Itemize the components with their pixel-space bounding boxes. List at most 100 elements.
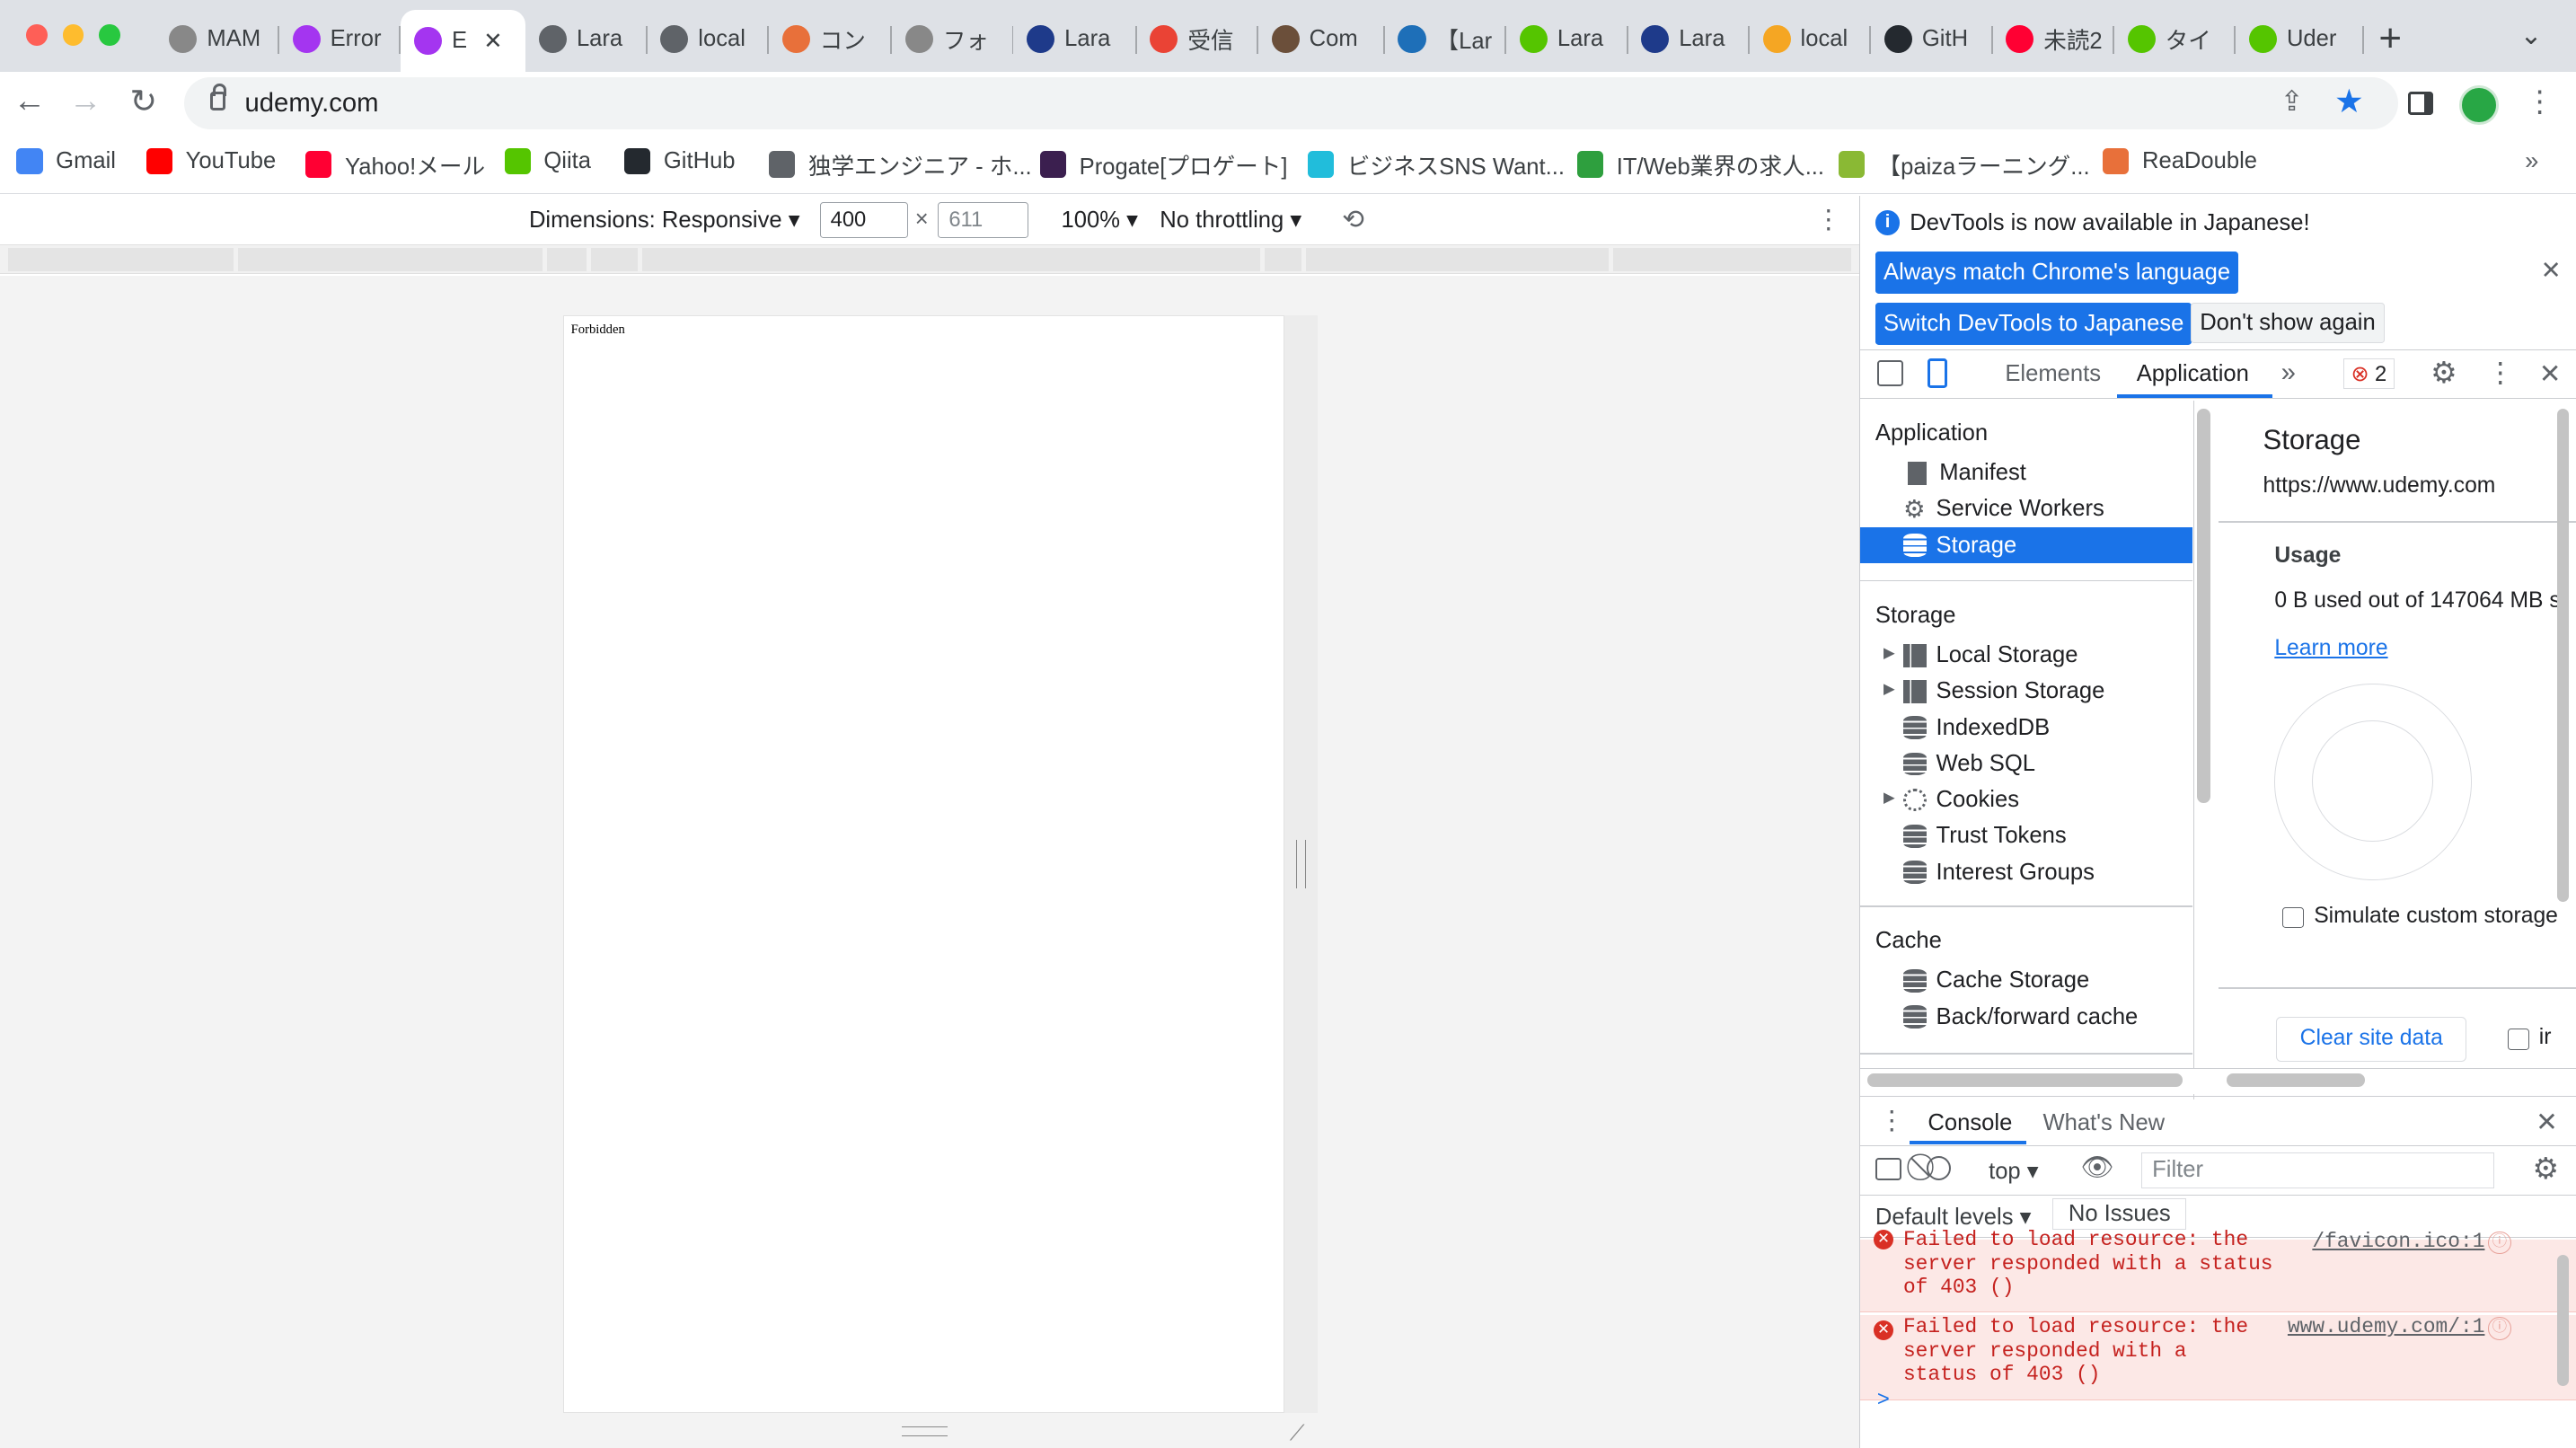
media-query-bar[interactable] (0, 244, 1860, 275)
media-query-segment[interactable] (1306, 248, 1609, 271)
issues-button[interactable]: No Issues (2052, 1198, 2187, 1230)
address-url[interactable]: udemy.com (245, 89, 379, 119)
back-icon[interactable]: ← (13, 82, 47, 119)
bookmark-3[interactable]: Qiita (504, 147, 591, 174)
dimensions-dropdown[interactable]: Dimensions: Responsive ▾ (529, 207, 800, 234)
new-tab-icon[interactable]: + (2378, 16, 2402, 61)
sidebar-item-trust-tokens[interactable]: Trust Tokens (1902, 818, 2193, 854)
tab-15[interactable]: 未読2 (1993, 13, 2114, 66)
tab-8[interactable]: 受信 (1137, 13, 1258, 66)
device-more-icon[interactable]: ⋮ (1815, 204, 1841, 235)
sidebar-item-service-workers[interactable]: ⚙ Service Workers (1903, 491, 2193, 527)
bookmark-2[interactable]: Yahoo!メール (305, 148, 485, 181)
media-query-segment[interactable] (547, 248, 587, 271)
lock-icon[interactable] (210, 83, 227, 110)
sidebar-item-manifest[interactable]: Manifest (1907, 455, 2193, 491)
media-query-segment[interactable] (1265, 248, 1301, 271)
tab-application[interactable]: Application (2137, 361, 2249, 387)
console-error-row[interactable]: ✕ Failed to load resource: the server resp… (1860, 1315, 2576, 1401)
storage-hscroll[interactable] (2227, 1073, 2365, 1087)
resize-handle-bottom[interactable] (902, 1426, 948, 1436)
sidebar-item-storage[interactable]: Storage (1860, 527, 2192, 564)
bookmark-star-icon[interactable]: ★ (2334, 82, 2364, 120)
bookmark-5[interactable]: 独学エンジニア - ホ... (768, 148, 1032, 181)
device-toggle-icon[interactable] (1928, 358, 1948, 388)
drawer-menu-icon[interactable]: ⋮ (1879, 1105, 1905, 1136)
resize-handle-right[interactable] (1296, 839, 1307, 889)
live-expression-icon[interactable]: 👁 (2081, 1152, 2114, 1183)
bookmark-9[interactable]: 【paizaラーニング... (1838, 148, 2090, 181)
levels-dropdown[interactable]: Default levels ▾ (1875, 1204, 2032, 1231)
bookmark-7[interactable]: ビジネスSNS Want... (1307, 148, 1565, 181)
clear-site-data-button[interactable]: Clear site data (2276, 1017, 2467, 1062)
chrome-menu-icon[interactable]: ⋮ (2525, 84, 2554, 119)
learn-more-link[interactable]: Learn more (2274, 636, 2387, 661)
simulate-storage-checkbox[interactable] (2282, 906, 2305, 929)
devtools-more-icon[interactable]: ⋮ (2486, 357, 2514, 389)
console-error-row[interactable]: ✕ Failed to load resource: the server resp… (1860, 1228, 2576, 1312)
console-scrollbar[interactable] (2556, 1254, 2569, 1386)
console-prompt[interactable]: > (1877, 1389, 1890, 1413)
sidebar-item-interest-groups[interactable]: Interest Groups (1902, 854, 2193, 890)
error-counter[interactable]: ⊗ 2 (2343, 358, 2395, 390)
bookmark-4[interactable]: GitHub (624, 147, 736, 174)
sidebar-item-bfcache[interactable]: Back/forward cache (1902, 999, 2193, 1035)
bookmark-0[interactable]: Gmail (16, 147, 116, 174)
storage-scrollbar[interactable] (2556, 409, 2569, 903)
sidebar-hscroll[interactable] (1866, 1073, 2183, 1087)
close-window-icon[interactable] (26, 24, 49, 47)
tab-2[interactable]: E ✕ (401, 9, 526, 73)
minimize-window-icon[interactable] (62, 24, 84, 47)
close-devtools-icon[interactable]: ✕ (2539, 358, 2562, 390)
forward-icon[interactable]: → (69, 82, 102, 119)
tab-17[interactable]: Uder (2236, 13, 2364, 66)
more-bookmarks-icon[interactable]: » (2525, 146, 2538, 175)
sidebar-item-web-sql[interactable]: Web SQL (1902, 746, 2193, 781)
sidebar-item-indexeddb[interactable]: IndexedDB (1902, 710, 2193, 746)
close-infobar-icon[interactable]: ✕ (2541, 256, 2562, 285)
tab-16[interactable]: タイ (2114, 13, 2236, 66)
tab-6[interactable]: フォ (892, 13, 1014, 66)
filter-input[interactable]: Filter (2141, 1152, 2495, 1189)
expand-arrow-icon[interactable]: ▶ (1883, 644, 1895, 662)
sidebar-item-session-storage[interactable]: Session Storage (1902, 674, 2193, 710)
tab-search-icon[interactable]: ⌄ (2520, 20, 2543, 51)
settings-icon[interactable]: ⚙ (2430, 355, 2457, 390)
tab-console[interactable]: Console (1928, 1110, 2012, 1136)
media-query-segment[interactable] (591, 248, 638, 271)
expand-arrow-icon[interactable]: ▶ (1883, 789, 1895, 807)
reload-icon[interactable]: ↻ (129, 82, 157, 120)
more-tabs-icon[interactable]: » (2281, 358, 2296, 388)
bookmark-8[interactable]: IT/Web業界の求人... (1576, 148, 1824, 181)
context-selector[interactable]: top ▾ (1989, 1158, 2039, 1185)
tab-5[interactable]: コン (769, 13, 893, 66)
match-language-button[interactable]: Always match Chrome's language (1875, 251, 2239, 295)
lookup-icon[interactable]: ⓘ (2488, 1231, 2511, 1255)
share-icon[interactable]: ⇪ (2280, 85, 2304, 118)
sidebar-item-local-storage[interactable]: Local Storage (1902, 638, 2193, 674)
tab-7[interactable]: Lara (1013, 13, 1137, 66)
close-drawer-icon[interactable]: ✕ (2536, 1107, 2558, 1138)
tab-4[interactable]: local (648, 13, 769, 66)
bookmark-1[interactable]: YouTube (146, 147, 276, 174)
tab-3[interactable]: Lara (525, 13, 648, 66)
side-panel-icon[interactable] (2408, 92, 2433, 115)
tab-10[interactable]: 【Lar (1385, 13, 1507, 66)
console-settings-icon[interactable]: ⚙ (2532, 1151, 2559, 1186)
switch-language-button[interactable]: Switch DevTools to Japanese (1875, 302, 2192, 345)
inspect-element-icon[interactable] (1876, 359, 1903, 386)
tab-whats-new[interactable]: What's New (2042, 1110, 2165, 1136)
media-query-segment[interactable] (238, 248, 543, 271)
sidebar-item-cache-storage[interactable]: Cache Storage (1902, 963, 2193, 999)
tab-1[interactable]: Error (279, 13, 401, 66)
error-source-link[interactable]: www.udemy.com/:1 (2288, 1315, 2485, 1339)
height-input[interactable]: 611 (938, 201, 1028, 239)
resize-corner-icon[interactable]: ⟋ (1290, 1421, 1305, 1446)
lookup-icon[interactable]: ⓘ (2488, 1317, 2511, 1340)
address-bar[interactable]: udemy.com ⇪ ★ (183, 76, 2399, 130)
dont-show-again-button[interactable]: Don't show again (2191, 302, 2385, 344)
profile-avatar[interactable] (2459, 85, 2499, 125)
media-query-segment[interactable] (642, 248, 1260, 271)
tab-12[interactable]: Lara (1628, 13, 1750, 66)
bookmark-10[interactable]: ReaDouble (2103, 147, 2257, 174)
